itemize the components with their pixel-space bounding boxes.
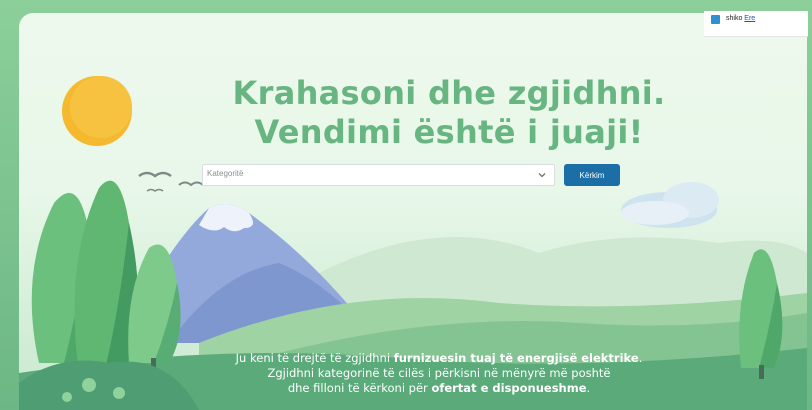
hero-title-line2: Vendimi është i juaji! bbox=[254, 113, 644, 151]
intro-line3-text: dhe filloni të kërkoni për bbox=[287, 381, 432, 395]
intro-line3-end: . bbox=[586, 381, 591, 395]
hero-title: Krahasoni dhe zgjidhni. Vendimi është i … bbox=[189, 74, 709, 152]
intro-line1-text: Ju keni të drejtë të zgjidhni bbox=[235, 351, 394, 365]
category-select-placeholder: Kategoritë bbox=[207, 169, 244, 178]
hero-panel: Krahasoni dhe zgjidhni. Vendimi është i … bbox=[19, 13, 807, 410]
translate-icon bbox=[711, 15, 720, 24]
cloud-shape bbox=[621, 182, 719, 228]
category-select[interactable]: Kategoritë bbox=[202, 164, 555, 186]
chevron-down-icon bbox=[538, 173, 546, 178]
bird-icon bbox=[138, 171, 172, 178]
intro-line3-bold: ofertat e disponueshme bbox=[431, 381, 587, 395]
language-label: shiko Ere bbox=[726, 15, 755, 22]
intro-text: Ju keni të drejtë të zgjidhni furnizuesi… bbox=[189, 351, 689, 396]
intro-line1-bold: furnizuesin tuaj të energjisë elektrike bbox=[393, 351, 639, 365]
intro-line3: dhe filloni të kërkoni për ofertat e dis… bbox=[189, 381, 689, 396]
intro-line1: Ju keni të drejtë të zgjidhni furnizuesi… bbox=[189, 351, 689, 366]
intro-line2: Zgjidhni kategorinë të cilës i përkisni … bbox=[267, 366, 611, 380]
bird-icon bbox=[178, 181, 204, 187]
language-prefix: shiko bbox=[726, 15, 743, 22]
hero-title-line1: Krahasoni dhe zgjidhni. bbox=[232, 74, 666, 112]
bird-icon bbox=[146, 188, 164, 192]
language-link[interactable]: Ere bbox=[744, 15, 755, 22]
search-button[interactable]: Kërkim bbox=[564, 164, 620, 186]
intro-line1-end: . bbox=[638, 351, 643, 365]
language-widget[interactable]: shiko Ere bbox=[704, 11, 808, 37]
